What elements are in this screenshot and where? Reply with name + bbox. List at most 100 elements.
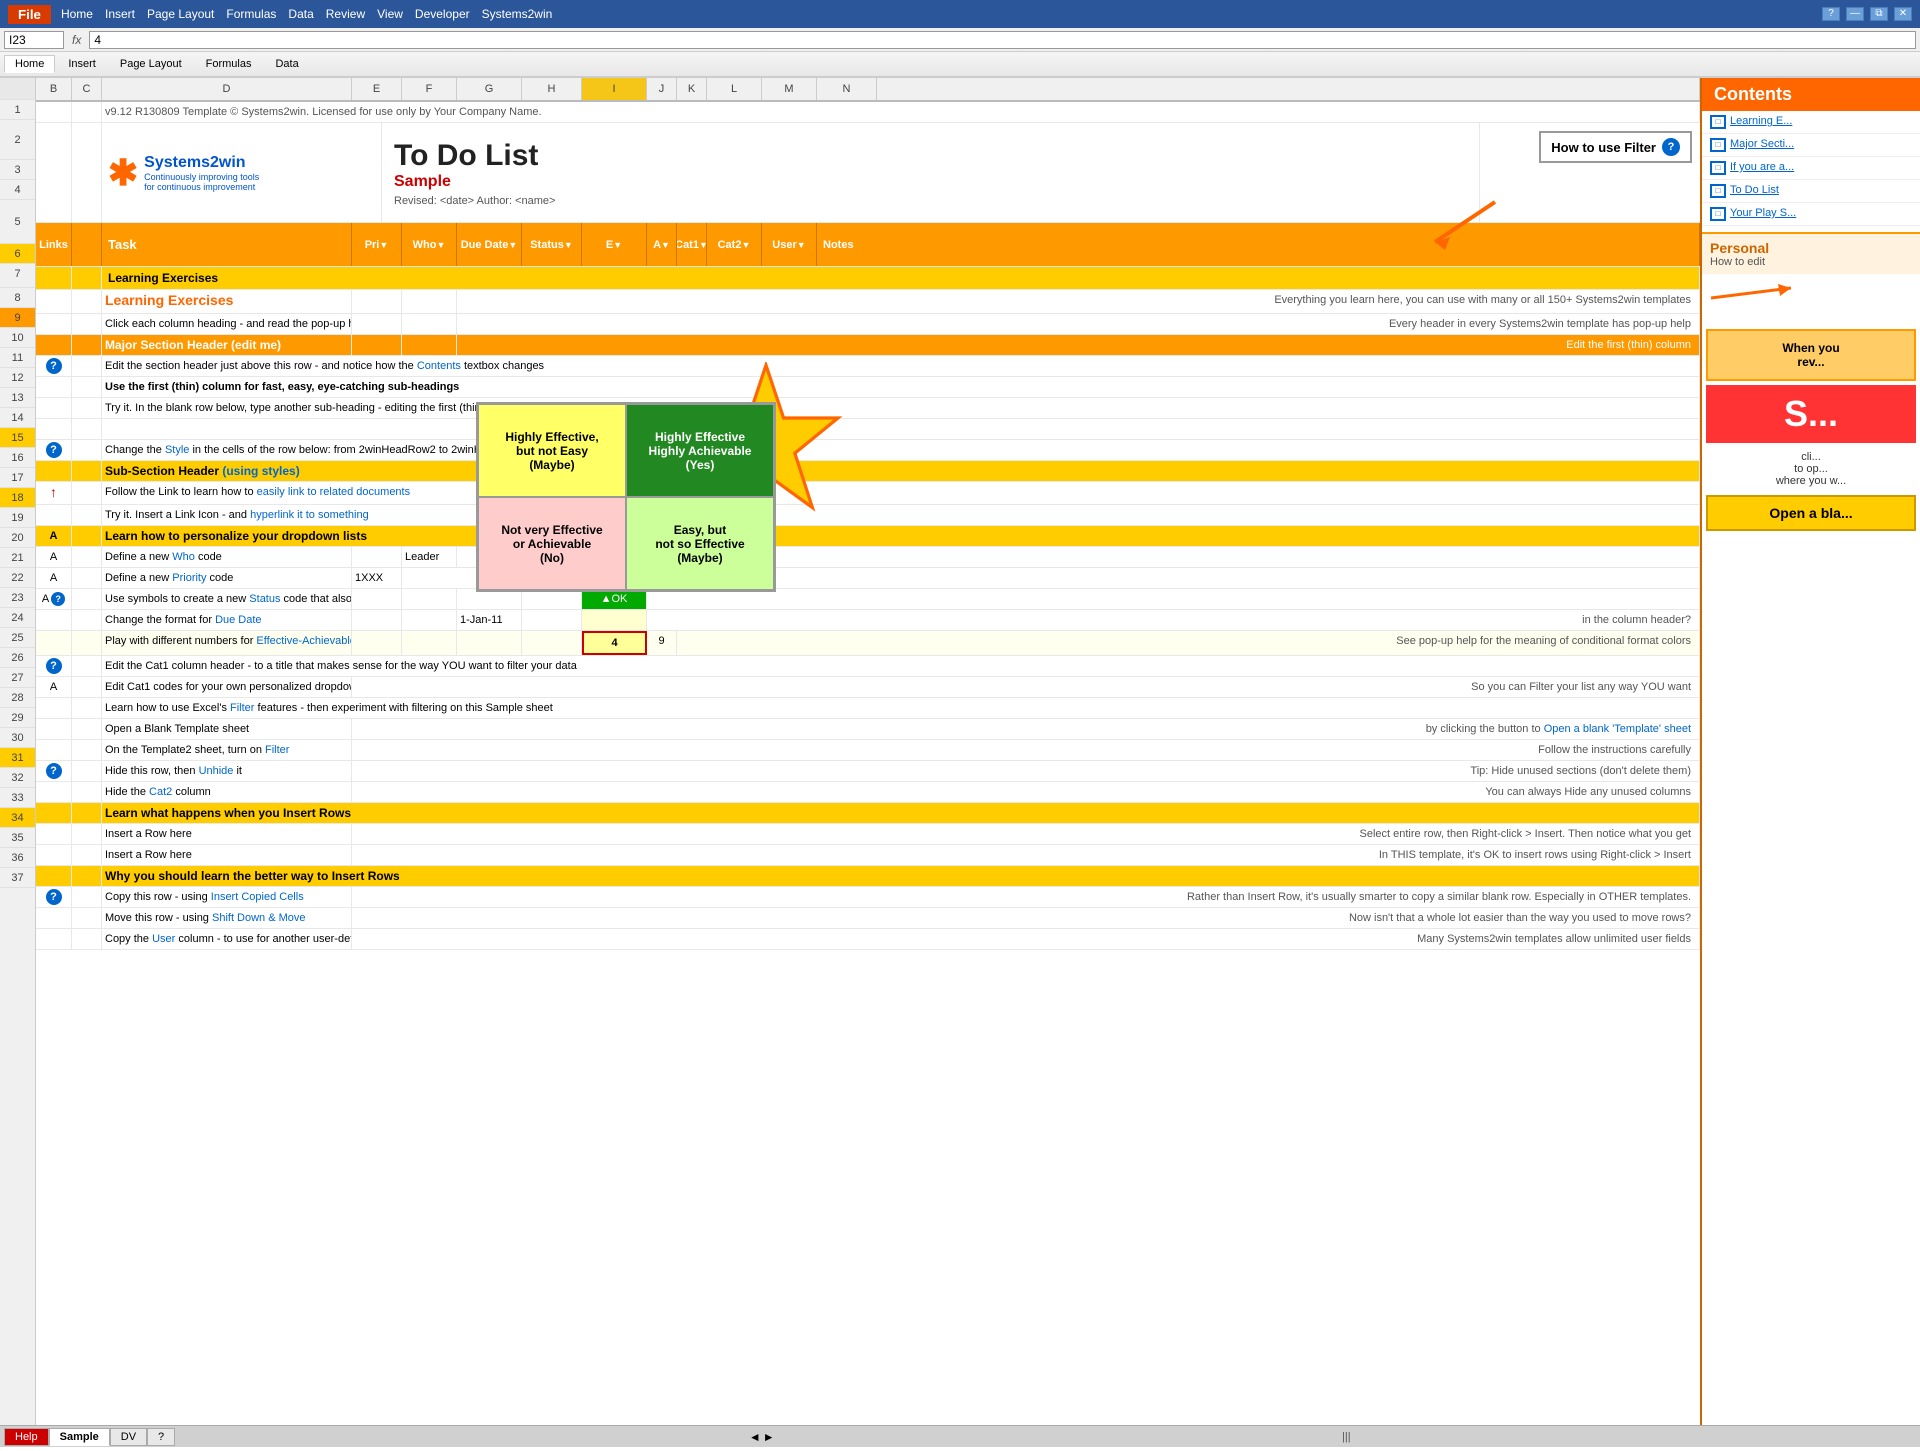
table-row: A Learn how to personalize your dropdown…	[36, 526, 1700, 547]
cell-24c	[72, 656, 102, 676]
col-header-d[interactable]: D	[102, 78, 352, 100]
menu-review[interactable]: Review	[326, 7, 365, 21]
menu-page-layout[interactable]: Page Layout	[147, 7, 214, 21]
cell-18b: A	[36, 526, 72, 546]
personal-title: Personal	[1710, 240, 1912, 256]
cell-2c	[72, 123, 102, 222]
contents-sidebar: Contents □ Learning E... □ Major Secti..…	[1700, 78, 1920, 1425]
cell-21g	[457, 589, 522, 609]
col-header-m[interactable]: M	[762, 78, 817, 100]
menu-developer[interactable]: Developer	[415, 7, 470, 21]
question-icon-10[interactable]: ?	[46, 358, 62, 374]
cell-8f	[402, 314, 457, 334]
formula-bar: fx	[0, 28, 1920, 52]
col-header-rest[interactable]	[877, 78, 1700, 100]
contents-item-major[interactable]: □ Major Secti...	[1702, 134, 1920, 157]
cell-19b: A	[36, 547, 72, 567]
menu-formulas[interactable]: Formulas	[226, 7, 276, 21]
filter-box[interactable]: How to use Filter ?	[1539, 131, 1692, 163]
contents-link-5[interactable]: Your Play S...	[1730, 207, 1796, 219]
question-icon-24[interactable]: ?	[46, 658, 62, 674]
tab-dv[interactable]: DV	[110, 1428, 147, 1446]
cell-23i-selected[interactable]: 4	[582, 631, 647, 655]
col-header-c[interactable]: C	[72, 78, 102, 100]
ribbon-tab-data[interactable]: Data	[264, 55, 309, 73]
col-header-j[interactable]: J	[647, 78, 677, 100]
col-header-l[interactable]: L	[707, 78, 762, 100]
table-row: Use the first (thin) column for fast, ea…	[36, 377, 1700, 398]
tab-sample[interactable]: Sample	[49, 1428, 110, 1446]
cell-8b	[36, 314, 72, 334]
contents-item-learning[interactable]: □ Learning E...	[1702, 111, 1920, 134]
tab-scroll-left[interactable]: ◄	[749, 1430, 761, 1444]
header-cat2: Cat2 ▼	[707, 223, 762, 266]
table-row: A Define a new Who code Leader	[36, 547, 1700, 568]
row-num-35: 35	[0, 828, 35, 848]
help-button[interactable]: ?	[1822, 7, 1840, 21]
ribbon-tab-formulas[interactable]: Formulas	[195, 55, 263, 73]
file-button[interactable]: File	[8, 5, 51, 24]
header-status: Status ▼	[522, 223, 582, 266]
contents-item-if-you[interactable]: □ If you are a...	[1702, 157, 1920, 180]
col-header-g[interactable]: G	[457, 78, 522, 100]
col-header-b[interactable]: B	[36, 78, 72, 100]
cell-31c	[72, 803, 102, 823]
col-header-f[interactable]: F	[402, 78, 457, 100]
table-row: ? Hide this row, then Unhide it Tip: Hid…	[36, 761, 1700, 782]
question-icon-14[interactable]: ?	[46, 442, 62, 458]
quadrant-tr: Highly EffectiveHighly Achievable(Yes)	[626, 404, 774, 497]
ribbon-tab-page-layout[interactable]: Page Layout	[109, 55, 193, 73]
cell-18c	[72, 526, 102, 546]
contents-link-3[interactable]: If you are a...	[1730, 161, 1794, 173]
cell-21h	[522, 589, 582, 609]
formula-input[interactable]	[89, 31, 1916, 49]
close-button[interactable]: ✕	[1894, 7, 1912, 21]
col-header-i[interactable]: I	[582, 78, 647, 100]
cell-26c	[72, 698, 102, 718]
logo-area: ✱ Systems2win Continuously improving too…	[102, 123, 382, 222]
contents-link-2[interactable]: Major Secti...	[1730, 138, 1794, 150]
table-row: v9.12 R130809 Template © Systems2win. Li…	[36, 102, 1700, 123]
cell-11b	[36, 377, 72, 397]
contents-item-play[interactable]: □ Your Play S...	[1702, 203, 1920, 226]
open-blank-button[interactable]: Open a bla...	[1706, 495, 1916, 531]
menu-data[interactable]: Data	[288, 7, 313, 21]
cell-25d: Edit Cat1 codes for your own personalize…	[102, 677, 352, 697]
contents-item-todo[interactable]: □ To Do List	[1702, 180, 1920, 203]
table-row: A Define a new Priority code 1XXX	[36, 568, 1700, 589]
table-row: ? Change the Style in the cells of the r…	[36, 440, 1700, 461]
cell-27d: Open a Blank Template sheet	[102, 719, 352, 739]
quadrant-br: Easy, butnot so Effective(Maybe)	[626, 497, 774, 590]
menu-view[interactable]: View	[377, 7, 403, 21]
filter-help-icon[interactable]: ?	[1662, 138, 1680, 156]
tab-question[interactable]: ?	[147, 1428, 175, 1446]
minimize-button[interactable]: —	[1846, 7, 1864, 21]
col-header-e[interactable]: E	[352, 78, 402, 100]
cell-reference[interactable]	[4, 31, 64, 49]
a-icon-25: A	[50, 681, 57, 693]
contents-link-4[interactable]: To Do List	[1730, 184, 1779, 196]
table-row: A ? Use symbols to create a new Status c…	[36, 589, 1700, 610]
menu-systems2win[interactable]: Systems2win	[482, 7, 553, 21]
tab-help[interactable]: Help	[4, 1428, 49, 1446]
contents-link-1[interactable]: Learning E...	[1730, 115, 1792, 127]
ribbon-tab-insert[interactable]: Insert	[57, 55, 107, 73]
cell-23e	[352, 631, 402, 655]
menu-home[interactable]: Home	[61, 7, 93, 21]
col-header-n[interactable]: N	[817, 78, 877, 100]
table-row: Open a Blank Template sheet by clicking …	[36, 719, 1700, 740]
cell-36c	[72, 908, 102, 928]
section-header-label: Major Section Header (edit me)	[102, 335, 352, 355]
maximize-button[interactable]: ⧉	[1870, 7, 1888, 21]
question-icon-29[interactable]: ?	[46, 763, 62, 779]
col-header-h[interactable]: H	[522, 78, 582, 100]
menu-insert[interactable]: Insert	[105, 7, 135, 21]
table-row: Try it. In the blank row below, type ano…	[36, 398, 1700, 419]
tab-scroll-right[interactable]: ►	[763, 1430, 775, 1444]
col-header-k[interactable]: K	[677, 78, 707, 100]
question-icon-35[interactable]: ?	[46, 889, 62, 905]
ribbon-tab-home[interactable]: Home	[4, 55, 55, 73]
question-icon-21[interactable]: ?	[51, 592, 65, 606]
header-user: User ▼	[762, 223, 817, 266]
table-row: Move this row - using Shift Down & Move …	[36, 908, 1700, 929]
